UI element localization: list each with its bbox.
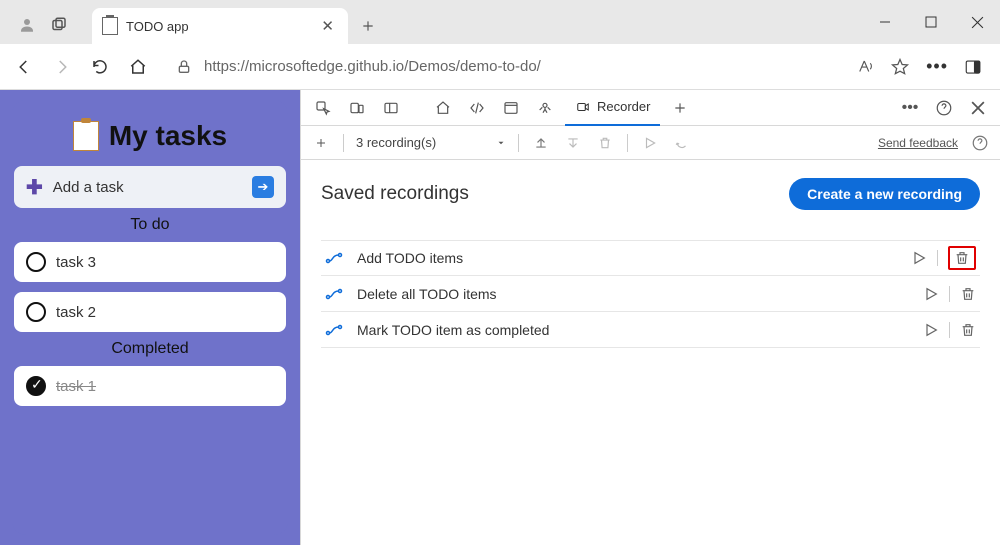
delete-recording-icon[interactable] [948,246,976,270]
favorite-icon[interactable] [890,57,910,77]
tab-actions-icon[interactable] [50,16,68,34]
more-tools-icon[interactable]: ••• [896,94,924,122]
tab-recorder-label: Recorder [597,99,650,114]
url-text: https://microsoftedge.github.io/Demos/de… [204,58,541,75]
window-close-icon[interactable] [954,0,1000,44]
delete-recording-icon[interactable] [960,286,976,302]
task-row-completed[interactable]: task 1 [14,366,286,406]
recording-name: Add TODO items [357,250,897,266]
recording-row[interactable]: Add TODO items [321,240,980,276]
chevron-down-icon [496,138,506,148]
flow-icon [325,287,343,301]
task-checkbox[interactable] [26,252,46,272]
window-maximize-icon[interactable] [908,0,954,44]
browser-tab[interactable]: TODO app ✕ [92,8,348,44]
device-toggle-icon[interactable] [343,94,371,122]
inspect-icon[interactable] [309,94,337,122]
sidebar-toggle-icon[interactable] [964,58,982,76]
recorder-toolbar: 3 recording(s) Send feedback [301,126,1000,160]
close-tab-icon[interactable]: ✕ [317,17,338,35]
flow-icon [325,323,343,337]
play-recording-icon[interactable] [923,286,939,302]
lock-icon [176,59,192,75]
back-button[interactable] [12,55,36,79]
url-field[interactable]: https://microsoftedge.github.io/Demos/de… [164,58,842,75]
recordings-list: Add TODO items Delete all TODO items [321,240,980,348]
app-panel: My tasks ✚ Add a task ➔ To do task 3 tas… [0,90,300,545]
home-button[interactable] [126,55,150,79]
export-icon[interactable] [531,133,551,153]
new-tab-button[interactable] [350,8,386,44]
console-tab-icon[interactable] [497,94,525,122]
profile-icon[interactable] [18,16,36,34]
flow-icon [325,251,343,265]
submit-task-button[interactable]: ➔ [252,176,274,198]
titlebar: TODO app ✕ [0,0,1000,44]
recordings-dropdown[interactable]: 3 recording(s) [356,135,506,150]
more-tabs-button[interactable] [666,94,694,122]
devtools-tabstrip: Recorder ••• [301,90,1000,126]
camera-icon [575,100,591,114]
help-icon[interactable] [930,94,958,122]
dock-side-icon[interactable] [377,94,405,122]
toolbar-help-icon[interactable] [970,133,990,153]
devtools-panel: Recorder ••• 3 recording(s) Send feedbac… [300,90,1000,545]
address-bar: https://microsoftedge.github.io/Demos/de… [0,44,1000,90]
task-row[interactable]: task 2 [14,292,286,332]
task-checkbox[interactable] [26,302,46,322]
forward-button [50,55,74,79]
read-aloud-icon[interactable] [856,58,874,76]
add-task-input[interactable]: ✚ Add a task ➔ [14,166,286,208]
app-title: My tasks [109,120,227,152]
play-recording-icon[interactable] [923,322,939,338]
recording-row[interactable]: Mark TODO item as completed [321,312,980,348]
import-icon [563,133,583,153]
tab-title: TODO app [126,19,309,34]
plus-icon: ✚ [26,175,43,200]
refresh-button[interactable] [88,55,112,79]
tab-favicon [102,17,118,35]
sources-tab-icon[interactable] [531,94,559,122]
task-row[interactable]: task 3 [14,242,286,282]
task-checkbox-done[interactable] [26,376,46,396]
close-devtools-icon[interactable] [964,94,992,122]
recording-name: Delete all TODO items [357,286,909,302]
elements-tab-icon[interactable] [463,94,491,122]
recording-name: Mark TODO item as completed [357,322,909,338]
welcome-tab-icon[interactable] [429,94,457,122]
section-todo-label: To do [14,208,286,242]
new-recording-icon[interactable] [311,133,331,153]
window-minimize-icon[interactable] [862,0,908,44]
settings-more-icon[interactable]: ••• [926,56,948,77]
recordings-heading: Saved recordings [321,183,469,205]
add-task-label: Add a task [53,179,242,196]
tab-recorder[interactable]: Recorder [565,90,660,126]
section-completed-label: Completed [14,332,286,366]
recording-row[interactable]: Delete all TODO items [321,276,980,312]
task-label: task 3 [56,254,96,271]
delete-recording-icon[interactable] [960,322,976,338]
create-recording-button[interactable]: Create a new recording [789,178,980,210]
play-recording-icon[interactable] [911,250,927,266]
play-toolbar-icon [640,133,660,153]
replay-settings-icon [672,133,692,153]
task-label: task 2 [56,304,96,321]
recordings-count: 3 recording(s) [356,135,436,150]
task-label: task 1 [56,378,96,395]
delete-toolbar-icon [595,133,615,153]
clipboard-icon [73,121,99,151]
send-feedback-link[interactable]: Send feedback [878,136,958,150]
